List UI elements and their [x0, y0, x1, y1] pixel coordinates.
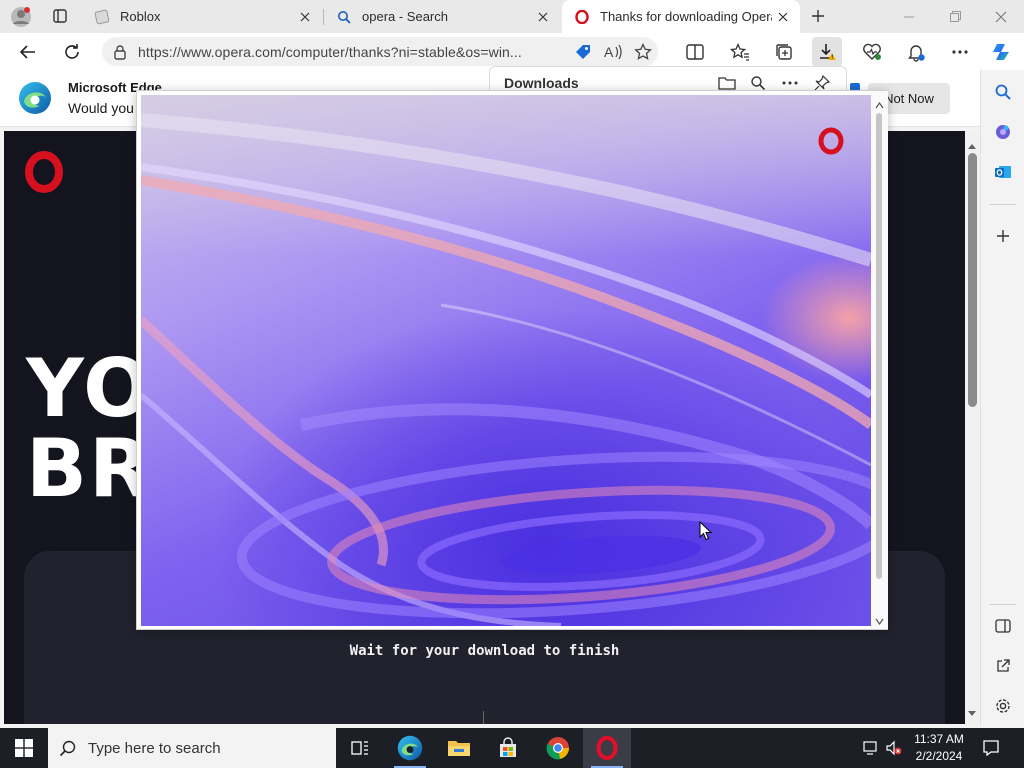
task-view-icon[interactable]: [336, 728, 384, 768]
close-icon[interactable]: [532, 6, 554, 28]
tab-thanks-opera[interactable]: Thanks for downloading Opera: [562, 0, 800, 33]
close-icon[interactable]: [772, 6, 794, 28]
scroll-up-icon[interactable]: [875, 96, 884, 114]
hero-line-1: YO: [26, 342, 154, 435]
taskbar-opera-icon[interactable]: [583, 728, 631, 768]
tab-title: opera - Search: [362, 9, 448, 24]
downloads-button[interactable]: !: [812, 37, 842, 67]
tab-strip: Roblox opera - Search Thanks for downloa…: [0, 0, 1024, 33]
taskbar-search-placeholder: Type here to search: [88, 739, 221, 757]
profile-avatar[interactable]: [8, 4, 34, 30]
notification-center-icon[interactable]: [981, 738, 1001, 758]
installer-background-art: [141, 95, 871, 626]
clock-time: 11:37 AM: [914, 732, 964, 746]
mouse-cursor-icon: [699, 520, 713, 546]
more-options-button[interactable]: [945, 37, 975, 67]
installer-scrollbar[interactable]: [871, 91, 888, 629]
page-scrollbar[interactable]: [965, 131, 980, 724]
tab-roblox[interactable]: Roblox: [82, 0, 322, 33]
opera-icon: [574, 9, 590, 25]
browser-essentials-button[interactable]: [857, 37, 887, 67]
windows-taskbar: Type here to search 11:37 AM 2/2/2024: [0, 728, 1024, 768]
downloads-title: Downloads: [504, 75, 579, 91]
scroll-down-icon[interactable]: [967, 705, 977, 723]
restore-button[interactable]: [932, 0, 978, 33]
read-aloud-icon[interactable]: A: [598, 37, 628, 66]
start-button[interactable]: [0, 728, 48, 768]
divider: [483, 711, 484, 724]
notifications-button[interactable]: [901, 37, 931, 67]
scroll-down-icon[interactable]: [875, 612, 884, 630]
scrollbar-thumb[interactable]: [968, 153, 977, 407]
toolbar: https://www.opera.com/computer/thanks?ni…: [0, 33, 1024, 70]
info-bar-text: Would you: [68, 100, 134, 116]
sidebar-add-icon[interactable]: [989, 222, 1017, 250]
taskbar-clock[interactable]: 11:37 AM 2/2/2024: [906, 731, 972, 765]
copilot-button[interactable]: [987, 37, 1017, 67]
sidebar-open-external-icon[interactable]: [989, 652, 1017, 680]
wait-message: Wait for your download to finish: [349, 643, 620, 659]
scrollbar-thumb[interactable]: [876, 113, 882, 579]
tab-title: Roblox: [120, 9, 161, 24]
favorites-button[interactable]: [725, 37, 755, 67]
collections-button[interactable]: [769, 37, 799, 67]
edge-logo-icon: [18, 81, 52, 120]
address-bar[interactable]: https://www.opera.com/computer/thanks?ni…: [102, 37, 658, 66]
sidebar-copilot-icon[interactable]: [989, 118, 1017, 146]
taskbar-file-explorer-icon[interactable]: [435, 728, 483, 768]
taskbar-search-box[interactable]: Type here to search: [48, 728, 336, 768]
svg-text:A: A: [604, 44, 614, 60]
tab-opera-search[interactable]: opera - Search: [324, 0, 560, 33]
lock-icon[interactable]: [102, 44, 138, 60]
close-window-button[interactable]: [978, 0, 1024, 33]
minimize-button[interactable]: [886, 0, 932, 33]
tab-title: Thanks for downloading Opera: [600, 9, 772, 24]
taskbar-store-icon[interactable]: [484, 728, 532, 768]
taskbar-edge-icon[interactable]: [386, 728, 434, 768]
back-button[interactable]: [13, 37, 43, 67]
hero-heading: YO BR: [26, 349, 153, 509]
hero-line-2: BR: [26, 422, 153, 515]
refresh-button[interactable]: [57, 37, 87, 67]
edge-sidebar: [980, 70, 1024, 726]
sidebar-settings-gear-icon[interactable]: [989, 692, 1017, 720]
svg-text:!: !: [831, 55, 833, 61]
roblox-icon: [94, 9, 110, 25]
coupon-tag-icon[interactable]: [568, 37, 598, 66]
url-text[interactable]: https://www.opera.com/computer/thanks?ni…: [138, 44, 568, 60]
opera-installer-window[interactable]: [136, 90, 888, 630]
taskbar-search-icon: [48, 739, 88, 757]
sidebar-outlook-icon[interactable]: [989, 158, 1017, 186]
tab-actions-button[interactable]: [48, 5, 72, 27]
split-screen-button[interactable]: [680, 37, 710, 67]
new-tab-button[interactable]: [806, 5, 830, 27]
clock-date: 2/2/2024: [915, 749, 963, 763]
opera-logo-icon[interactable]: [24, 151, 64, 198]
search-icon: [336, 9, 352, 25]
installer-opera-logo-icon: [817, 127, 845, 160]
volume-muted-icon[interactable]: [884, 738, 904, 758]
favorite-star-icon[interactable]: [628, 37, 658, 66]
network-icon[interactable]: [862, 738, 882, 758]
sidebar-search-icon[interactable]: [989, 78, 1017, 106]
close-icon[interactable]: [294, 6, 316, 28]
taskbar-chrome-icon[interactable]: [534, 728, 582, 768]
sidebar-hide-icon[interactable]: [989, 612, 1017, 640]
